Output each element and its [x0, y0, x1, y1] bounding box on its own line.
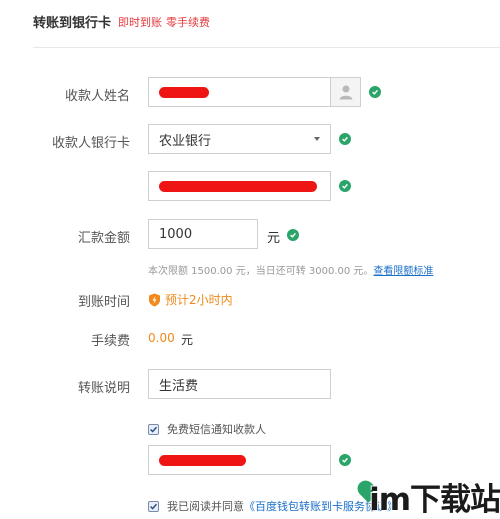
limit-hint-text: 本次限额 1500.00 元，当日还可转 3000.00 元。	[148, 266, 374, 277]
site-watermark: im下载站	[369, 482, 500, 518]
redacted-card-number	[159, 180, 317, 192]
lightning-shield-icon	[149, 293, 160, 306]
card-number-valid-icon	[339, 180, 351, 192]
bank-label: 收款人银行卡	[51, 136, 130, 151]
sms-notify-label: 免费短信通知收款人	[167, 423, 266, 436]
transfer-note-input[interactable]: 生活费	[148, 369, 331, 399]
fee-value: 0.00	[148, 331, 175, 345]
arrival-time-text: 预计2小时内	[165, 293, 233, 307]
contacts-button[interactable]	[331, 77, 361, 107]
redacted-name	[159, 86, 209, 98]
payee-name-valid-icon	[369, 86, 381, 98]
transfer-note-value: 生活费	[159, 378, 199, 394]
amount-valid-icon	[287, 229, 299, 241]
header-divider	[33, 47, 500, 48]
amount-input[interactable]: 1000	[148, 219, 258, 249]
sms-notify-checkbox[interactable]	[148, 423, 159, 435]
chevron-down-icon	[314, 137, 320, 141]
amount-unit: 元	[267, 231, 281, 246]
amount-limit-hint: 本次限额 1500.00 元，当日还可转 3000.00 元。查看限额标准	[148, 262, 433, 277]
arrival-time-label: 到账时间	[77, 295, 130, 310]
person-icon	[339, 85, 352, 100]
agreement-checkbox[interactable]	[148, 500, 159, 512]
view-limit-link[interactable]: 查看限额标准	[373, 266, 433, 277]
arrival-time-value: 预计2小时内	[148, 291, 233, 308]
agreement-option[interactable]: 我已阅读并同意《百度钱包转账到卡服务协议》	[148, 498, 398, 514]
instant-arrival-tag: 即时到账	[118, 16, 162, 29]
transfer-note-label: 转账说明	[77, 381, 130, 396]
bank-valid-icon	[339, 133, 351, 145]
phone-input[interactable]	[148, 445, 331, 475]
sms-notify-option[interactable]: 免费短信通知收款人	[148, 421, 266, 437]
bank-selected-value: 农业银行	[159, 133, 212, 149]
agreement-text: 我已阅读并同意《百度钱包转账到卡服务协议》	[167, 498, 398, 514]
amount-value: 1000	[159, 226, 193, 242]
payee-name-input[interactable]	[148, 77, 331, 107]
fee-label: 手续费	[90, 334, 130, 349]
fee-unit: 元	[181, 333, 194, 347]
zero-fee-tag: 零手续费	[166, 16, 210, 29]
card-number-input[interactable]	[148, 171, 331, 201]
agreement-prefix: 我已阅读并同意	[167, 500, 244, 513]
redacted-phone	[159, 454, 246, 466]
bank-select[interactable]: 农业银行	[148, 124, 331, 154]
page-title: 转账到银行卡	[33, 16, 112, 31]
amount-label: 汇款金额	[77, 231, 130, 246]
payee-name-label: 收款人姓名	[64, 89, 130, 104]
phone-valid-icon	[339, 454, 351, 466]
